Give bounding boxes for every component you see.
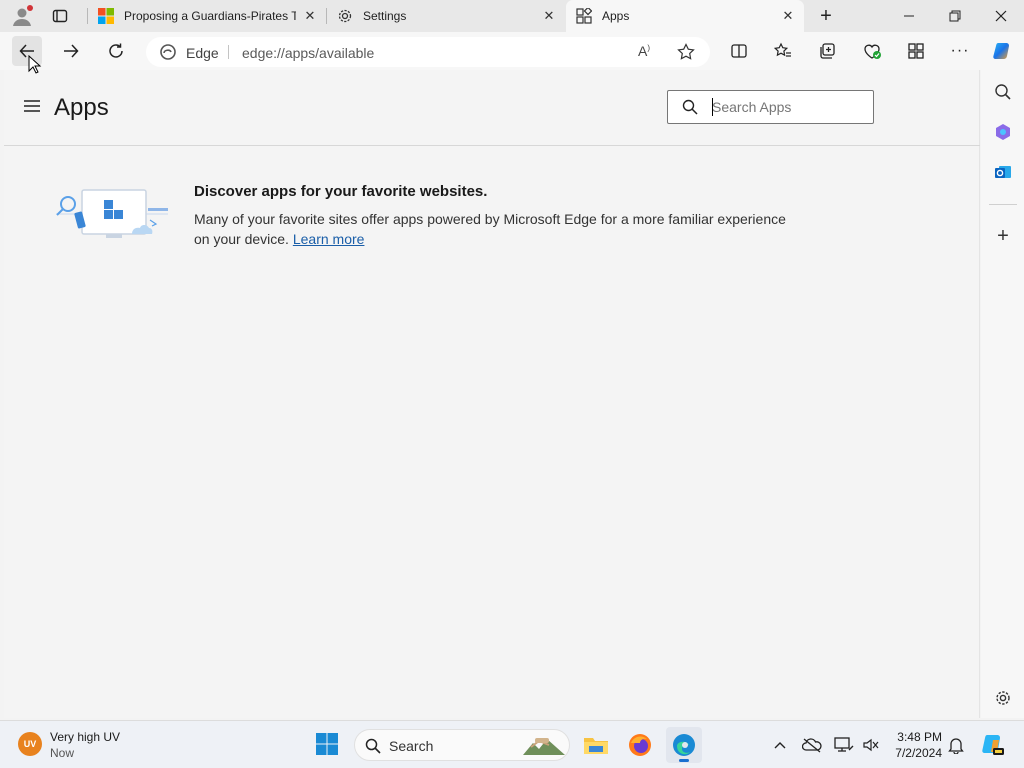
volume-muted-icon[interactable] [860, 735, 882, 755]
close-window-button[interactable] [978, 0, 1024, 32]
refresh-button[interactable] [101, 36, 131, 66]
search-icon [365, 738, 381, 754]
clock-time[interactable]: 3:48 PM [892, 730, 942, 744]
close-icon[interactable]: ✕ [780, 8, 796, 24]
search-highlight-icon [521, 733, 567, 757]
start-button[interactable] [314, 731, 340, 757]
menu-icon[interactable] [22, 98, 42, 114]
close-icon[interactable]: ✕ [541, 8, 557, 24]
tab-apps[interactable]: Apps ✕ [566, 0, 804, 32]
restore-button[interactable] [932, 0, 978, 32]
minimize-button[interactable] [886, 0, 932, 32]
discover-description-text: Many of your favorite sites offer apps p… [194, 211, 786, 247]
more-options-icon[interactable]: ··· [945, 36, 975, 66]
search-icon[interactable] [989, 78, 1017, 106]
close-icon[interactable]: ✕ [302, 8, 318, 24]
taskbar-search-label: Search [389, 738, 434, 754]
read-aloud-icon[interactable]: A) [638, 43, 656, 61]
text-caret [712, 98, 713, 116]
outlook-icon[interactable] [989, 158, 1017, 186]
header-divider [4, 145, 980, 146]
weather-uv-icon[interactable]: UV [18, 732, 42, 756]
apps-illustration [54, 186, 170, 242]
new-tab-icon[interactable]: + [812, 2, 840, 30]
discover-heading: Discover apps for your favorite websites… [194, 183, 488, 200]
edge-sidebar: + [981, 70, 1024, 718]
learn-more-link[interactable]: Learn more [293, 231, 365, 247]
address-bar[interactable]: Edge edge://apps/available A) [146, 37, 710, 67]
show-hidden-icons-chevron-icon[interactable] [770, 735, 790, 755]
extensions-icon[interactable] [901, 36, 931, 66]
forward-button[interactable] [56, 36, 86, 66]
file-explorer-icon[interactable] [582, 731, 610, 759]
browser-essentials-icon[interactable] [857, 36, 887, 66]
firefox-icon[interactable] [626, 731, 654, 759]
weather-badge: UV [23, 739, 37, 749]
site-label: Edge [186, 45, 219, 61]
tab-title: Settings [363, 9, 407, 23]
tab-proposing[interactable]: Proposing a Guardians-Pirates Tr ✕ [88, 0, 326, 32]
clock-date[interactable]: 7/2/2024 [892, 746, 942, 760]
search-icon [682, 99, 698, 115]
tab-settings[interactable]: Settings ✕ [327, 0, 565, 32]
discover-description: Many of your favorite sites offer apps p… [194, 209, 804, 249]
copilot-taskbar-icon[interactable] [978, 731, 1006, 759]
taskbar-search[interactable]: Search [354, 729, 570, 761]
url-text[interactable]: edge://apps/available [242, 45, 374, 61]
back-button[interactable] [12, 36, 42, 66]
microsoft-logo-icon [98, 8, 114, 24]
weather-title[interactable]: Very high UV [50, 730, 120, 744]
edge-taskbar-icon[interactable] [666, 727, 702, 763]
notification-bell-icon[interactable] [946, 735, 966, 755]
page-title: Apps [54, 94, 109, 121]
tab-strip: Proposing a Guardians-Pirates Tr ✕ Setti… [0, 0, 1024, 32]
apps-icon [576, 6, 593, 24]
windows-taskbar: UV Very high UV Now Search 3:48 PM 7/2/2… [0, 720, 1024, 768]
sidebar-settings-icon[interactable] [989, 684, 1017, 712]
edge-logo-icon [160, 44, 176, 60]
apps-page: Apps Discover apps for your favorite web… [4, 70, 980, 718]
onedrive-offline-icon[interactable] [800, 735, 824, 755]
browser-toolbar: Edge edge://apps/available A) ··· [0, 32, 1024, 70]
favorite-star-icon[interactable] [676, 42, 696, 62]
tab-title: Proposing a Guardians-Pirates Tr [124, 9, 296, 23]
copilot-icon[interactable] [987, 36, 1017, 66]
tab-title: Apps [602, 9, 630, 23]
search-apps-input[interactable] [712, 97, 862, 117]
profile-icon[interactable] [8, 4, 36, 28]
gear-icon [337, 8, 353, 24]
split-screen-icon[interactable] [724, 36, 754, 66]
add-sidebar-app-icon[interactable]: + [989, 222, 1017, 250]
favorites-icon[interactable] [768, 36, 798, 66]
search-apps-box[interactable] [667, 90, 874, 124]
weather-subtitle: Now [50, 746, 75, 760]
copilot-sidebar-icon[interactable] [989, 118, 1017, 146]
network-display-icon[interactable] [832, 735, 856, 755]
collections-icon[interactable] [812, 36, 842, 66]
tab-actions-icon[interactable] [46, 4, 74, 28]
